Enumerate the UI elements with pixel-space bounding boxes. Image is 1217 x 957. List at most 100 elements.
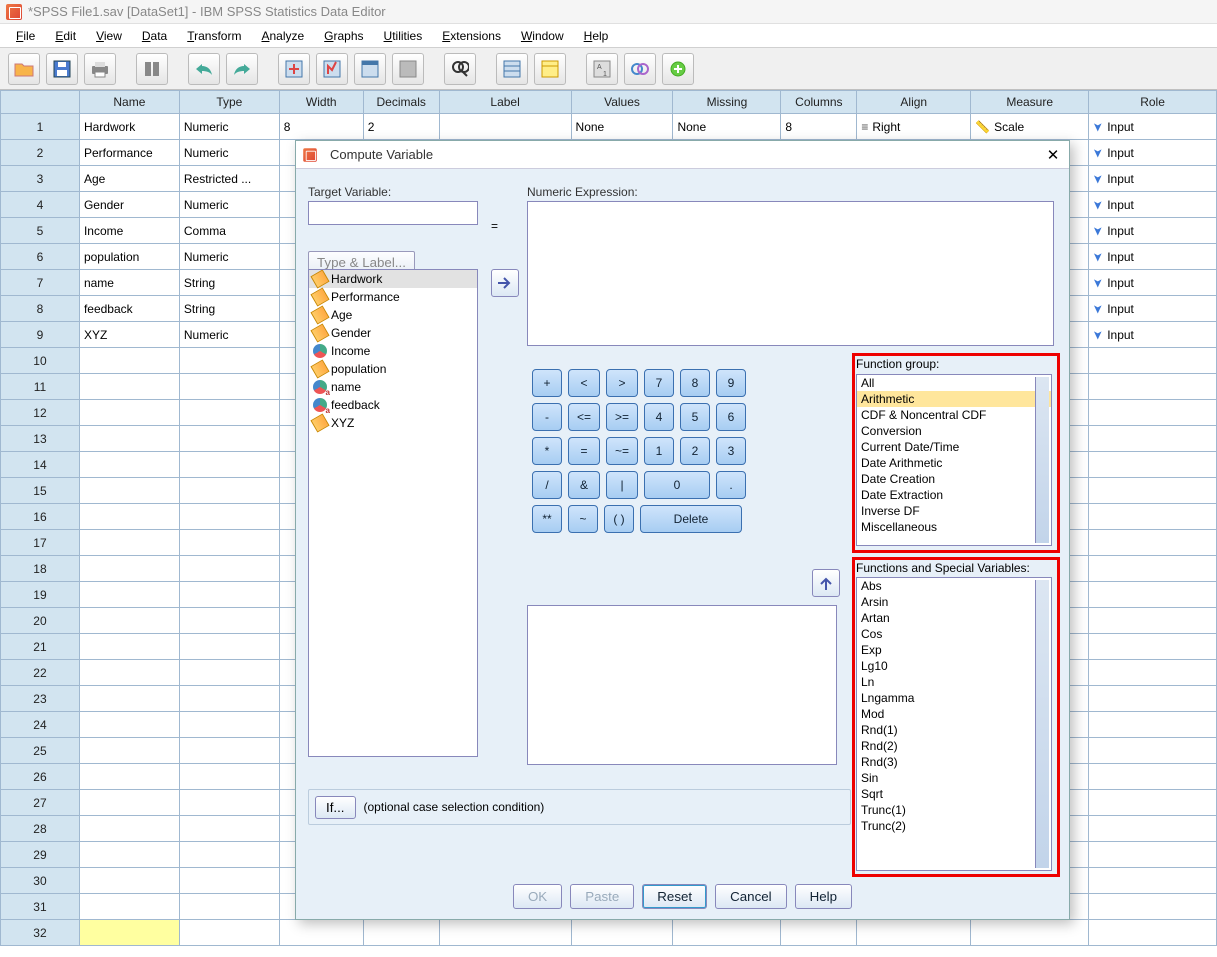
- function-group-item[interactable]: Date Creation: [857, 471, 1051, 487]
- row-header[interactable]: 17: [0, 530, 80, 556]
- function-group-list[interactable]: AllArithmeticCDF & Noncentral CDFConvers…: [856, 374, 1052, 546]
- calc-button[interactable]: 2: [680, 437, 710, 465]
- cell[interactable]: Numeric: [180, 244, 280, 270]
- row-header[interactable]: 15: [0, 478, 80, 504]
- cell[interactable]: [180, 504, 280, 530]
- cell[interactable]: [180, 634, 280, 660]
- function-item[interactable]: Exp: [857, 642, 1051, 658]
- cell[interactable]: [180, 608, 280, 634]
- cell[interactable]: Comma: [180, 218, 280, 244]
- cell[interactable]: ➤Input: [1089, 322, 1217, 348]
- row-header[interactable]: 3: [0, 166, 80, 192]
- row-header[interactable]: 27: [0, 790, 80, 816]
- reset-button[interactable]: Reset: [642, 884, 707, 909]
- cell[interactable]: [180, 686, 280, 712]
- function-item[interactable]: Mod: [857, 706, 1051, 722]
- scrollbar[interactable]: [1035, 377, 1049, 543]
- cell[interactable]: ➤Input: [1089, 192, 1217, 218]
- calc-button[interactable]: 0: [644, 471, 710, 499]
- cell[interactable]: String: [180, 296, 280, 322]
- cell[interactable]: None: [673, 114, 781, 140]
- cell[interactable]: [971, 920, 1089, 946]
- function-item[interactable]: Abs: [857, 578, 1051, 594]
- function-item[interactable]: Lg10: [857, 658, 1051, 674]
- cell[interactable]: [80, 712, 180, 738]
- cell[interactable]: [180, 868, 280, 894]
- cell[interactable]: [180, 582, 280, 608]
- menu-extensions[interactable]: Extensions: [434, 27, 509, 45]
- functions-list[interactable]: AbsArsinArtanCosExpLg10LnLngammaModRnd(1…: [856, 577, 1052, 871]
- row-header[interactable]: 20: [0, 608, 80, 634]
- cell[interactable]: [781, 920, 857, 946]
- scrollbar[interactable]: [1035, 580, 1049, 868]
- function-group-item[interactable]: All: [857, 375, 1051, 391]
- help-button[interactable]: Help: [795, 884, 852, 909]
- insert-cases-icon[interactable]: [496, 53, 528, 85]
- run-icon[interactable]: [392, 53, 424, 85]
- cell[interactable]: [180, 790, 280, 816]
- calc-button[interactable]: ~=: [606, 437, 638, 465]
- cell[interactable]: [572, 920, 674, 946]
- redo-icon[interactable]: [226, 53, 258, 85]
- cell[interactable]: [80, 400, 180, 426]
- variable-item[interactable]: Age: [309, 306, 477, 324]
- row-header[interactable]: 6: [0, 244, 80, 270]
- cell[interactable]: [280, 920, 364, 946]
- cell[interactable]: ➤Input: [1089, 114, 1217, 140]
- cell[interactable]: [80, 790, 180, 816]
- row-header[interactable]: 32: [0, 920, 80, 946]
- cell[interactable]: [1089, 478, 1217, 504]
- close-icon[interactable]: ✕: [1043, 145, 1063, 165]
- if-button[interactable]: If...: [315, 796, 356, 819]
- cell[interactable]: [1089, 530, 1217, 556]
- col-measure[interactable]: Measure: [971, 90, 1089, 114]
- calc-button[interactable]: ~: [568, 505, 598, 533]
- row-header[interactable]: 21: [0, 634, 80, 660]
- cell[interactable]: ➤Input: [1089, 140, 1217, 166]
- cell[interactable]: [80, 738, 180, 764]
- row-header[interactable]: 8: [0, 296, 80, 322]
- cell[interactable]: [1089, 894, 1217, 920]
- function-item[interactable]: Cos: [857, 626, 1051, 642]
- row-header[interactable]: 1: [0, 114, 80, 140]
- row-header[interactable]: 26: [0, 764, 80, 790]
- cell[interactable]: [1089, 348, 1217, 374]
- calc-button[interactable]: -: [532, 403, 562, 431]
- function-item[interactable]: Trunc(1): [857, 802, 1051, 818]
- open-icon[interactable]: [8, 53, 40, 85]
- function-item[interactable]: Rnd(3): [857, 754, 1051, 770]
- menu-file[interactable]: File: [8, 27, 43, 45]
- cell[interactable]: [180, 764, 280, 790]
- calc-button[interactable]: >: [606, 369, 638, 397]
- cell[interactable]: Performance: [80, 140, 180, 166]
- cell[interactable]: [80, 816, 180, 842]
- cell[interactable]: Restricted ...: [180, 166, 280, 192]
- calc-button[interactable]: 6: [716, 403, 746, 431]
- cell[interactable]: [1089, 712, 1217, 738]
- function-item[interactable]: Lngamma: [857, 690, 1051, 706]
- menu-edit[interactable]: Edit: [47, 27, 84, 45]
- cell[interactable]: 📏Scale: [971, 114, 1089, 140]
- col-width[interactable]: Width: [280, 90, 364, 114]
- cell[interactable]: XYZ: [80, 322, 180, 348]
- cell[interactable]: [80, 452, 180, 478]
- calc-button[interactable]: 8: [680, 369, 710, 397]
- calc-button[interactable]: 9: [716, 369, 746, 397]
- function-group-item[interactable]: Date Extraction: [857, 487, 1051, 503]
- variable-item[interactable]: name: [309, 378, 477, 396]
- row-header[interactable]: 13: [0, 426, 80, 452]
- cell[interactable]: [80, 634, 180, 660]
- calc-button[interactable]: **: [532, 505, 562, 533]
- row-header[interactable]: 23: [0, 686, 80, 712]
- cell[interactable]: ➤Input: [1089, 296, 1217, 322]
- function-item[interactable]: Rnd(1): [857, 722, 1051, 738]
- cell[interactable]: Income: [80, 218, 180, 244]
- calc-button[interactable]: /: [532, 471, 562, 499]
- function-item[interactable]: Ln: [857, 674, 1051, 690]
- calc-button[interactable]: 4: [644, 403, 674, 431]
- cell[interactable]: [1089, 504, 1217, 530]
- row-header[interactable]: 19: [0, 582, 80, 608]
- cell[interactable]: [80, 842, 180, 868]
- calc-button[interactable]: <=: [568, 403, 600, 431]
- goto-case-icon[interactable]: [278, 53, 310, 85]
